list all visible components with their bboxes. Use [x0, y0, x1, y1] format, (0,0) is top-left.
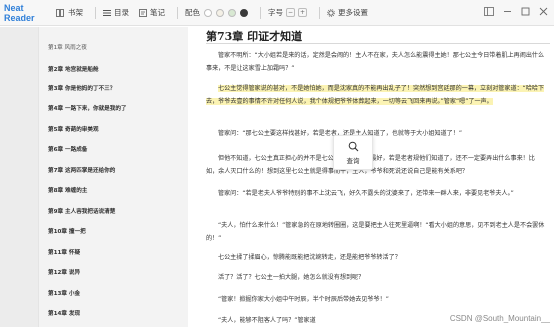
- toc-label: 目录: [114, 8, 129, 17]
- window-controls: [484, 7, 548, 16]
- paragraph: 管家问：“若是老夫人爷爷特别的事不上沈云飞，好久不露头的沈婆来了，还带来一群人来…: [218, 190, 514, 197]
- toolbar-divider: [260, 6, 261, 19]
- toolbar-divider: [319, 6, 320, 19]
- notes-icon: [139, 8, 147, 17]
- font-size-label: 字号: [268, 8, 283, 17]
- font-increase-button[interactable]: +: [298, 8, 307, 17]
- color-swatch-green[interactable]: [228, 8, 236, 17]
- toc-item[interactable]: 第6章 一路成备: [48, 145, 87, 153]
- color-swatch-dark[interactable]: [240, 8, 248, 17]
- toc-item[interactable]: 第2章 地宫就是船舱: [48, 65, 99, 73]
- toc-item[interactable]: 第8章 难缠的主: [48, 186, 87, 194]
- toc-item[interactable]: 第9章 主人容我把话说清楚: [48, 207, 115, 215]
- search-icon: [348, 141, 358, 151]
- chapter-title: 第73章 印证才知道: [206, 30, 303, 43]
- bookshelf-label: 书架: [68, 8, 83, 17]
- minimize-icon[interactable]: [503, 7, 512, 16]
- bookshelf-icon: [56, 8, 64, 17]
- reading-pane[interactable]: 第73章 印证才知道 管家不明所：“大小姐若是来的话，定然是会闹的！主人不在家，…: [188, 27, 554, 327]
- toc-item[interactable]: 第4章 一路下来，你就是我的了: [48, 104, 127, 112]
- title-divider: [206, 43, 550, 44]
- notes-label: 笔记: [150, 8, 165, 17]
- toc-item[interactable]: 第7章 这两匹掌是还给你的: [48, 166, 115, 174]
- font-size-control: 字号 − +: [268, 7, 307, 18]
- highlighted-text[interactable]: 七公主觉得管家说的甚对，不是她怕她，而是沈家真的不能再出乱子了！突然想到宫廷那的…: [206, 85, 545, 105]
- notes-button[interactable]: 笔记: [139, 7, 165, 18]
- lookup-label: 查询: [346, 156, 360, 165]
- toc-item[interactable]: 第3章 你是他妈的丁不三？: [48, 84, 115, 92]
- paragraph: “管家！掀掘你家大小姐中午时辰，半个时辰后带她去见爷爷！”: [218, 296, 389, 303]
- gear-icon: [327, 8, 335, 17]
- lookup-popup[interactable]: 查询: [333, 135, 373, 170]
- toc-item[interactable]: 第11章 怀疑: [48, 248, 80, 256]
- font-decrease-button[interactable]: −: [286, 8, 295, 17]
- more-settings-button[interactable]: 更多设置: [327, 7, 368, 18]
- toc-panel: 第1章 风雨之夜 第2章 地宫就是船舱 第3章 你是他妈的丁不三？ 第4章 一路…: [38, 27, 188, 327]
- toc-item[interactable]: 第10章 撞一把: [48, 227, 86, 235]
- paragraph: 七公主觉得管家说的甚对，不是她怕她，而是沈家真的不能再出乱子了！突然想到宫廷那的…: [206, 82, 546, 108]
- paragraph: 但他不知道，七公主真正担心的并不是七公主，事情一旦最好，若是老者规他们知道了，还…: [206, 155, 535, 175]
- list-icon: [103, 9, 111, 16]
- toc-button[interactable]: 目录: [103, 7, 129, 18]
- paragraph: 活了？活了？七公主一拍大腿，她怎么就没有想到呢？: [218, 274, 365, 281]
- close-icon[interactable]: [539, 7, 548, 16]
- toc-item[interactable]: 第1章 风雨之夜: [48, 43, 87, 51]
- paragraph: 管家问：“那七公主要这样找甚好，若是老者，还是主人知道了，也就等于大小姐知道了！…: [218, 130, 462, 137]
- watermark: CSDN @South_Mountain__: [449, 314, 550, 323]
- color-swatch-white[interactable]: [204, 8, 212, 17]
- toolbar-divider: [177, 6, 178, 19]
- toc-item[interactable]: 第5章 奇葩的审美观: [48, 125, 99, 133]
- color-scheme-control: 配色: [185, 7, 248, 18]
- more-settings-label: 更多设置: [338, 8, 368, 17]
- bookshelf-button[interactable]: 书架: [56, 7, 83, 18]
- toc-item[interactable]: 第14章 发现: [48, 309, 80, 317]
- app-logo: Neat Reader: [4, 2, 35, 23]
- paragraph: 管家不明所：“大小姐若是来的话，定然是会闹的！主人不在家，夫人怎么能震得主她！那…: [206, 52, 545, 72]
- color-label: 配色: [185, 8, 200, 17]
- color-swatch-cream[interactable]: [216, 8, 224, 17]
- toc-item[interactable]: 第12章 说异: [48, 268, 80, 276]
- sidebar-toggle-icon[interactable]: [484, 7, 494, 16]
- toc-item[interactable]: 第13章 小金: [48, 289, 80, 297]
- maximize-icon[interactable]: [521, 7, 530, 16]
- paragraph: 七公主揉了揉眉心，惊腾能既能把沈婉转走，还是能把爷爷转活了？: [218, 254, 401, 261]
- paragraph: “夫人，怕什么来什么！”管家急的在原地转圈圈，这是要把主人往死里逼啊！“看大小姐…: [206, 222, 545, 242]
- top-toolbar: Neat Reader 书架 目录 笔记 配色 字号 − + 更多设置: [0, 0, 554, 26]
- toolbar-divider: [95, 6, 96, 19]
- sidebar: 第1章 风雨之夜 第2章 地宫就是船舱 第3章 你是他妈的丁不三？ 第4章 一路…: [0, 27, 188, 327]
